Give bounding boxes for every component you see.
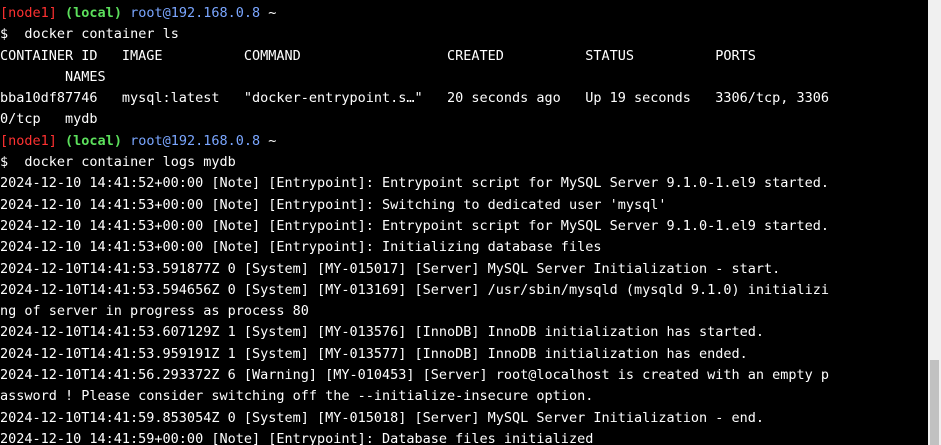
output-line: CONTAINER ID IMAGE COMMAND CREATED STATU… [0,47,756,64]
log-line: 2024-12-10 14:41:59+00:00 [Note] [Entryp… [0,430,594,445]
prompt-line: [node1] (local) root@192.168.0.8 ~ [0,131,928,152]
prompt-path: ~ [268,132,277,149]
prompt-path: ~ [268,5,277,21]
command-line: $ docker container logs mydb [0,152,928,173]
log-line: 2024-12-10T14:41:53.594656Z 0 [System] [… [0,281,830,298]
log-line: 2024-12-10T14:41:53.959191Z 1 [System] [… [0,345,748,362]
log-line: 2024-12-10 14:41:53+00:00 [Note] [Entryp… [0,239,602,256]
command-text: docker container ls [24,26,179,43]
command-line: $ docker container ls [0,24,928,45]
command-text: docker container logs mydb [24,154,236,171]
vertical-scrollbar[interactable] [928,0,941,445]
prompt-user: root@192.168.0.8 [130,5,261,21]
prompt-env: (local) [65,132,122,149]
log-line: ng of server in progress as process 80 [0,303,309,320]
output-line: bba10df87746 mysql:latest "docker-entryp… [0,90,830,107]
prompt-env: (local) [65,5,122,21]
output-line: NAMES [0,68,106,85]
log-line: 2024-12-10T14:41:53.607129Z 1 [System] [… [0,324,765,341]
scrollbar-thumb[interactable] [930,360,939,445]
prompt-host: [node1] [0,132,57,149]
prompt-symbol: $ [0,26,9,43]
terminal-window[interactable]: [node1] (local) root@192.168.0.8 ~ $ doc… [0,0,928,445]
log-line: assword ! Please consider switching off … [0,388,594,405]
log-line: 2024-12-10T14:41:53.591877Z 0 [System] [… [0,260,781,277]
log-line: 2024-12-10T14:41:56.293372Z 6 [Warning] … [0,367,830,384]
log-line: 2024-12-10 14:41:53+00:00 [Note] [Entryp… [0,217,830,234]
output-line: 0/tcp mydb [0,111,98,128]
log-line: 2024-12-10T14:41:59.853054Z 0 [System] [… [0,409,765,426]
prompt-line: [node1] (local) root@192.168.0.8 ~ [0,3,928,24]
prompt-user: root@192.168.0.8 [130,132,261,149]
prompt-host: [node1] [0,5,57,21]
log-line: 2024-12-10 14:41:53+00:00 [Note] [Entryp… [0,196,667,213]
prompt-symbol: $ [0,154,9,171]
log-line: 2024-12-10 14:41:52+00:00 [Note] [Entryp… [0,175,830,192]
